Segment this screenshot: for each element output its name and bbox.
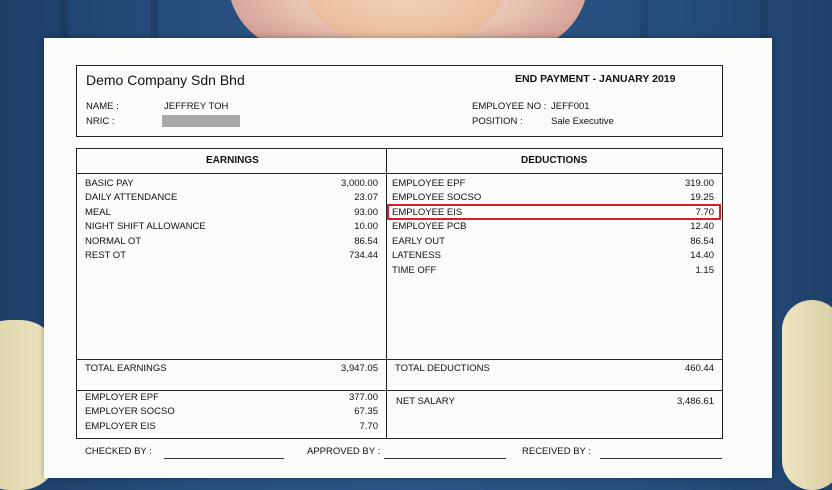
net-salary-value: 3,486.61 <box>677 396 714 407</box>
earning-label: DAILY ATTENDANCE <box>85 192 178 203</box>
deduction-label: EMPLOYEE EPF <box>392 178 466 189</box>
deduction-label: TIME OFF <box>392 265 437 276</box>
deduction-amount: 12.40 <box>690 221 714 232</box>
deduction-label: LATENESS <box>392 250 441 261</box>
payslip-title: END PAYMENT - JANUARY 2019 <box>515 73 676 85</box>
earning-label: REST OT <box>85 250 126 261</box>
checked-by-line <box>164 458 284 459</box>
received-by-line <box>600 458 722 459</box>
deduction-amount: 319.00 <box>684 178 714 189</box>
earning-amount: 3,000.00 <box>341 178 378 189</box>
earning-label: BASIC PAY <box>85 178 134 189</box>
employer-amount: 377.00 <box>348 392 378 403</box>
employee-no-label: EMPLOYEE NO : <box>472 101 547 112</box>
right-hand <box>782 300 832 490</box>
nric-label: NRIC : <box>86 116 115 127</box>
employer-amount: 7.70 <box>359 421 379 432</box>
net-salary-label: NET SALARY <box>396 396 455 407</box>
approved-by-line <box>384 458 506 459</box>
name-value: JEFFREY TOH <box>164 101 229 112</box>
position-label: POSITION : <box>472 116 523 127</box>
employer-divider <box>76 390 723 391</box>
earning-label: NORMAL OT <box>85 236 142 247</box>
deduction-label: EMPLOYEE EIS <box>392 207 463 218</box>
name-label: NAME : <box>86 101 119 112</box>
deduction-label: EMPLOYEE SOCSO <box>392 192 482 203</box>
employer-label: EMPLOYER SOCSO <box>85 406 175 417</box>
column-divider <box>386 148 387 439</box>
employer-amount: 67.35 <box>354 406 378 417</box>
position-value: Sale Executive <box>551 116 614 127</box>
checked-by-label: CHECKED BY : <box>85 446 152 457</box>
deduction-amount: 7.70 <box>695 207 715 218</box>
deduction-amount: 14.40 <box>690 250 714 261</box>
totals-divider <box>76 359 723 360</box>
deduction-label: EARLY OUT <box>392 236 445 247</box>
earning-amount: 86.54 <box>354 236 378 247</box>
deduction-amount: 1.15 <box>695 265 715 276</box>
deductions-heading: DEDUCTIONS <box>521 155 588 166</box>
employee-no-value: JEFF001 <box>551 101 590 112</box>
total-deductions-value: 460.44 <box>684 363 714 374</box>
total-earnings-value: 3,947.05 <box>341 363 378 374</box>
nric-redacted-value <box>162 115 240 127</box>
total-deductions-label: TOTAL DEDUCTIONS <box>395 363 490 374</box>
earning-label: NIGHT SHIFT ALLOWANCE <box>85 221 206 232</box>
deduction-amount: 86.54 <box>690 236 714 247</box>
employer-label: EMPLOYER EPF <box>85 392 159 403</box>
deduction-label: EMPLOYEE PCB <box>392 221 467 232</box>
earning-amount: 93.00 <box>354 207 378 218</box>
earning-amount: 23.07 <box>354 192 378 203</box>
company-name: Demo Company Sdn Bhd <box>86 72 245 88</box>
total-earnings-label: TOTAL EARNINGS <box>85 363 167 374</box>
employer-label: EMPLOYER EIS <box>85 421 156 432</box>
heading-divider <box>76 173 723 174</box>
payslip-paper: Demo Company Sdn Bhd END PAYMENT - JANUA… <box>44 38 772 478</box>
earning-amount: 10.00 <box>354 221 378 232</box>
earning-label: MEAL <box>85 207 111 218</box>
received-by-label: RECEIVED BY : <box>522 446 591 457</box>
earning-amount: 734.44 <box>348 250 378 261</box>
approved-by-label: APPROVED BY : <box>307 446 381 457</box>
deduction-amount: 19.25 <box>690 192 714 203</box>
earnings-heading: EARNINGS <box>206 155 259 166</box>
